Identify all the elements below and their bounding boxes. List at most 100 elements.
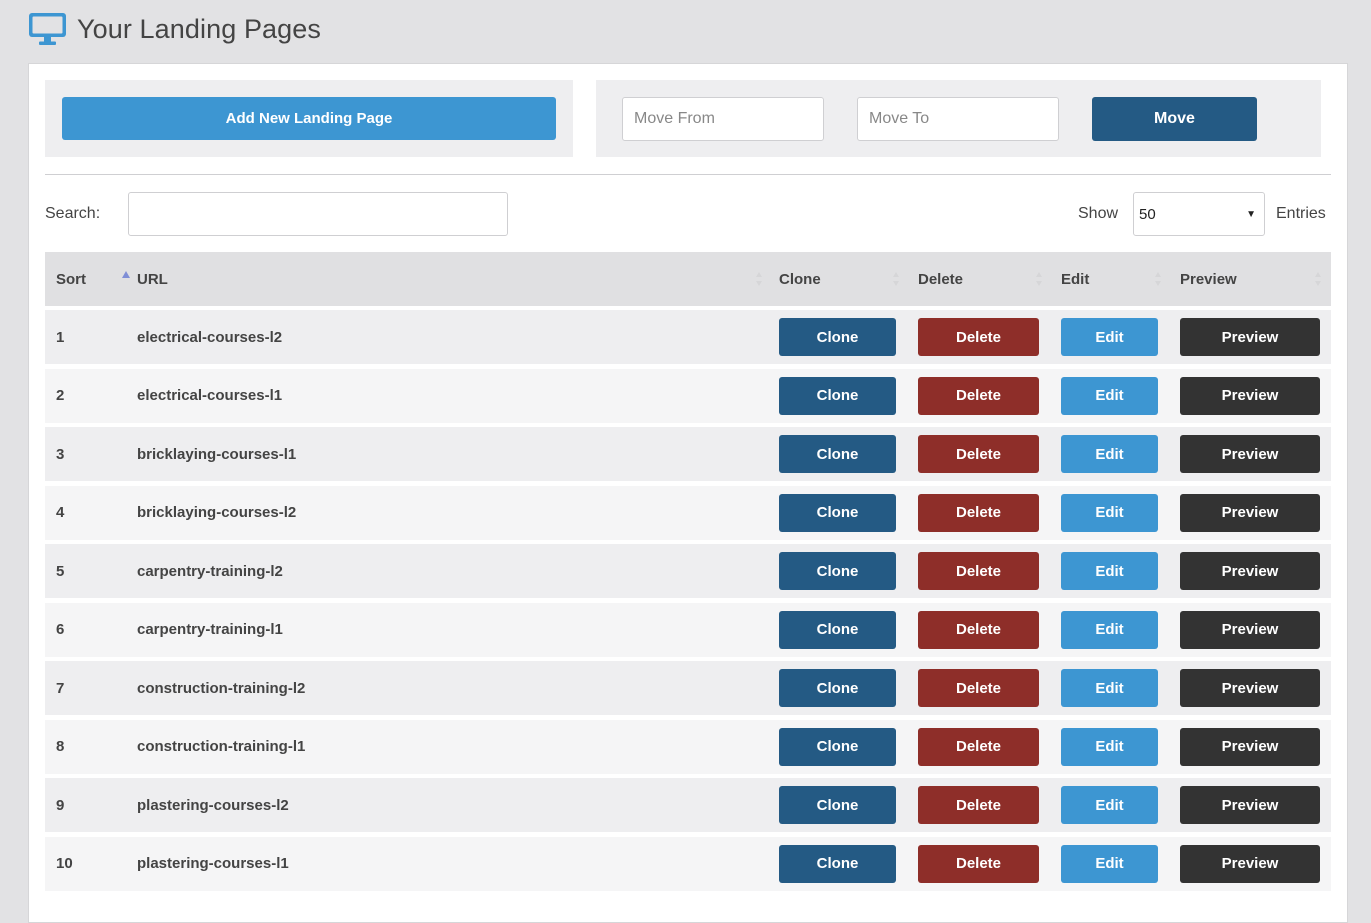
preview-button[interactable]: Preview	[1180, 435, 1320, 473]
table-row: 7 construction-training-l2 Clone Delete …	[45, 661, 1331, 715]
table-body: 1 electrical-courses-l2 Clone Delete Edi…	[45, 310, 1331, 891]
move-panel: Move	[596, 80, 1321, 157]
move-from-input[interactable]	[622, 97, 824, 141]
desktop-monitor-icon	[29, 13, 66, 45]
preview-button[interactable]: Preview	[1180, 669, 1320, 707]
clone-button[interactable]: Clone	[779, 376, 896, 415]
clone-button[interactable]: Clone	[779, 727, 896, 766]
clone-button[interactable]: Clone	[779, 493, 896, 532]
edit-button[interactable]: Edit	[1061, 376, 1158, 415]
preview-button[interactable]: Preview	[1180, 844, 1320, 883]
entries-label: Entries	[1276, 205, 1326, 222]
caret-down-icon: ▼	[1246, 208, 1256, 220]
delete-button[interactable]: Delete	[918, 493, 1039, 532]
move-button[interactable]: Move	[1092, 97, 1257, 141]
delete-button[interactable]: Delete	[918, 552, 1039, 590]
page-title: Your Landing Pages	[77, 13, 322, 44]
edit-button[interactable]: Edit	[1061, 318, 1158, 356]
edit-button[interactable]: Edit	[1061, 610, 1158, 649]
column-header-preview[interactable]: Preview	[1180, 252, 1321, 306]
entries-per-page-select[interactable]: 50 ▼	[1133, 192, 1265, 236]
table-row: 1 electrical-courses-l2 Clone Delete Edi…	[45, 310, 1331, 364]
table-row: 2 electrical-courses-l1 Clone Delete Edi…	[45, 368, 1331, 423]
add-new-landing-page-button[interactable]: Add New Landing Page	[62, 97, 556, 140]
delete-button[interactable]: Delete	[918, 435, 1039, 473]
move-to-input[interactable]	[857, 97, 1059, 141]
landing-pages-table: Sort URL Clone Delete Edit Preview 1 ele…	[45, 252, 1331, 895]
url-cell: bricklaying-courses-l2	[137, 504, 297, 521]
clone-button[interactable]: Clone	[779, 318, 896, 356]
column-header-label: Delete	[918, 270, 964, 288]
sort-cell: 2	[56, 387, 65, 404]
divider	[45, 174, 1331, 175]
url-cell: carpentry-training-l2	[137, 562, 283, 580]
edit-button[interactable]: Edit	[1061, 493, 1158, 532]
delete-button[interactable]: Delete	[918, 786, 1039, 824]
page-header: Your Landing Pages	[28, 10, 321, 48]
preview-button[interactable]: Preview	[1180, 552, 1320, 590]
sort-cell: 1	[56, 328, 65, 346]
sort-cell: 7	[56, 679, 65, 697]
clone-button[interactable]: Clone	[779, 610, 896, 649]
table-row: 9 plastering-courses-l2 Clone Delete Edi…	[45, 778, 1331, 832]
show-label: Show	[1078, 205, 1119, 222]
preview-button[interactable]: Preview	[1180, 727, 1320, 766]
sort-both-icon	[1155, 272, 1161, 286]
sort-both-icon	[893, 272, 899, 286]
url-cell: bricklaying-courses-l1	[137, 445, 297, 463]
url-cell: construction-training-l1	[137, 738, 306, 755]
sort-ascending-icon	[122, 271, 130, 278]
preview-button[interactable]: Preview	[1180, 610, 1320, 649]
column-header-clone[interactable]: Clone	[779, 252, 909, 306]
sort-cell: 8	[56, 738, 65, 755]
preview-button[interactable]: Preview	[1180, 786, 1320, 824]
column-header-label: URL	[137, 270, 168, 288]
column-header-label: Preview	[1180, 270, 1237, 288]
edit-button[interactable]: Edit	[1061, 844, 1158, 883]
sort-both-icon	[1036, 272, 1042, 286]
column-header-sort[interactable]: Sort	[56, 252, 130, 306]
delete-button[interactable]: Delete	[918, 318, 1039, 356]
table-row: 5 carpentry-training-l2 Clone Delete Edi…	[45, 544, 1331, 598]
entries-select-value: 50	[1139, 205, 1156, 223]
clone-button[interactable]: Clone	[779, 435, 896, 473]
delete-button[interactable]: Delete	[918, 376, 1039, 415]
table-row: 4 bricklaying-courses-l2 Clone Delete Ed…	[45, 485, 1331, 540]
delete-button[interactable]: Delete	[918, 669, 1039, 707]
clone-button[interactable]: Clone	[779, 552, 896, 590]
edit-button[interactable]: Edit	[1061, 727, 1158, 766]
delete-button[interactable]: Delete	[918, 727, 1039, 766]
column-header-delete[interactable]: Delete	[918, 252, 1048, 306]
preview-button[interactable]: Preview	[1180, 493, 1320, 532]
edit-button[interactable]: Edit	[1061, 435, 1158, 473]
column-header-url[interactable]: URL	[137, 252, 767, 306]
sort-cell: 5	[56, 562, 65, 580]
table-row: 6 carpentry-training-l1 Clone Delete Edi…	[45, 602, 1331, 657]
edit-button[interactable]: Edit	[1061, 552, 1158, 590]
url-cell: construction-training-l2	[137, 679, 306, 697]
column-header-label: Sort	[56, 270, 86, 288]
sort-both-icon	[756, 272, 762, 286]
table-row: 8 construction-training-l1 Clone Delete …	[45, 719, 1331, 774]
preview-button[interactable]: Preview	[1180, 376, 1320, 415]
column-header-label: Edit	[1061, 270, 1090, 288]
clone-button[interactable]: Clone	[779, 786, 896, 824]
table-row: 10 plastering-courses-l1 Clone Delete Ed…	[45, 836, 1331, 891]
delete-button[interactable]: Delete	[918, 844, 1039, 883]
search-input[interactable]	[128, 192, 508, 236]
landing-pages-card: Add New Landing Page Move Search: Show 5…	[28, 63, 1348, 923]
url-cell: carpentry-training-l1	[137, 621, 283, 638]
edit-button[interactable]: Edit	[1061, 786, 1158, 824]
sort-cell: 9	[56, 796, 65, 814]
table-row: 3 bricklaying-courses-l1 Clone Delete Ed…	[45, 427, 1331, 481]
preview-button[interactable]: Preview	[1180, 318, 1320, 356]
edit-button[interactable]: Edit	[1061, 669, 1158, 707]
url-cell: electrical-courses-l1	[137, 387, 283, 404]
url-cell: plastering-courses-l2	[137, 796, 289, 814]
delete-button[interactable]: Delete	[918, 610, 1039, 649]
clone-button[interactable]: Clone	[779, 844, 896, 883]
clone-button[interactable]: Clone	[779, 669, 896, 707]
column-header-edit[interactable]: Edit	[1061, 252, 1161, 306]
url-cell: electrical-courses-l2	[137, 328, 283, 346]
column-header-label: Clone	[779, 270, 821, 288]
